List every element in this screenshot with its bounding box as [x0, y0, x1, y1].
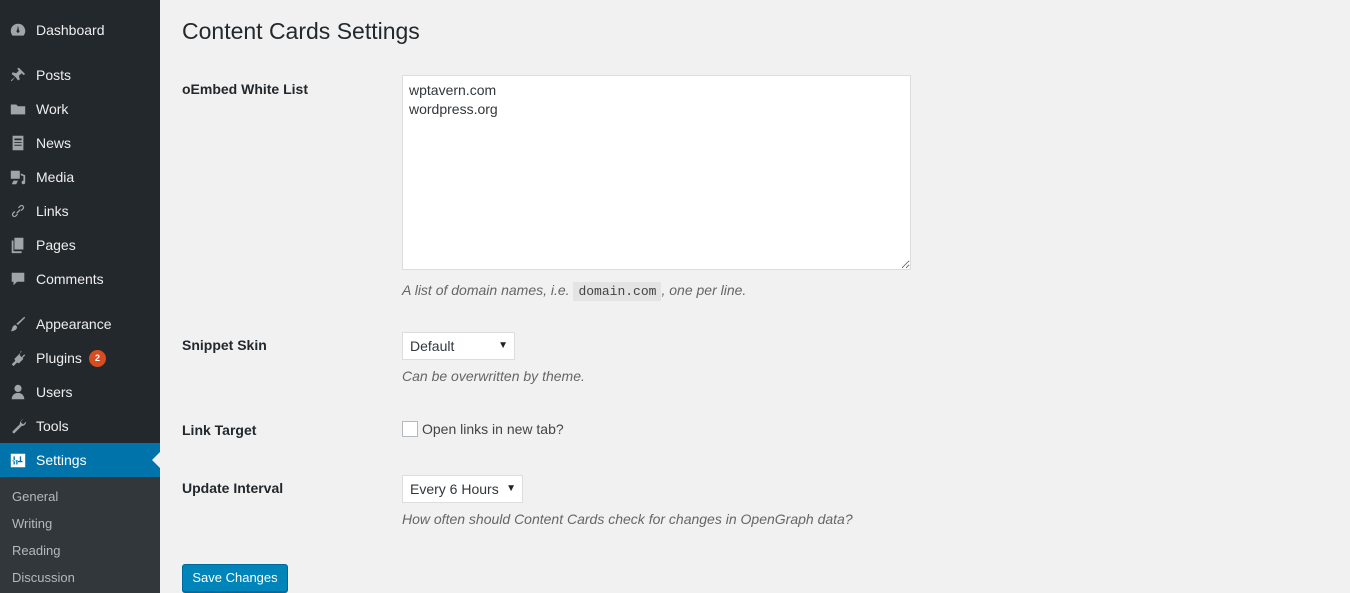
oembed-label: oEmbed White List	[182, 81, 308, 97]
sidebar-item-label: Plugins	[36, 350, 82, 366]
sidebar-item-label: Comments	[36, 271, 104, 287]
sidebar-item-posts[interactable]: Posts	[0, 58, 160, 92]
description-text: A list of domain names, i.e.	[402, 282, 574, 298]
sidebar-item-label: News	[36, 135, 72, 151]
dashboard-icon	[8, 21, 28, 39]
open-new-tab-label[interactable]: Open links in new tab?	[422, 421, 564, 437]
save-changes-button[interactable]: Save Changes	[182, 564, 288, 592]
sidebar-item-label: Pages	[36, 237, 76, 253]
document-icon	[8, 134, 28, 152]
sidebar-item-label: Users	[36, 384, 73, 400]
sidebar-item-label: Dashboard	[36, 22, 105, 38]
open-new-tab-checkbox[interactable]	[402, 421, 418, 437]
plug-icon	[8, 349, 28, 367]
snippet-skin-select[interactable]: Default ▼	[402, 332, 515, 360]
snippet-skin-description: Can be overwritten by theme.	[402, 368, 585, 384]
sidebar-item-news[interactable]: News	[0, 126, 160, 160]
submenu-item-reading[interactable]: Reading	[12, 543, 60, 558]
wrench-icon	[8, 417, 28, 435]
sidebar-item-label: Appearance	[36, 316, 112, 332]
settings-icon	[8, 451, 28, 469]
sidebar-item-plugins[interactable]: Plugins 2	[0, 341, 160, 375]
pages-icon	[8, 236, 28, 254]
brush-icon	[8, 315, 28, 333]
sidebar-item-label: Work	[36, 101, 69, 117]
folder-icon	[8, 100, 28, 118]
sidebar-item-pages[interactable]: Pages	[0, 228, 160, 262]
update-interval-label: Update Interval	[182, 480, 284, 496]
sidebar-item-label: Settings	[36, 452, 87, 468]
select-value: Default	[410, 338, 455, 354]
user-icon	[8, 383, 28, 401]
link-target-label: Link Target	[182, 422, 257, 438]
sidebar-item-comments[interactable]: Comments	[0, 262, 160, 296]
dropdown-arrow-icon: ▼	[498, 340, 508, 351]
page-title: Content Cards Settings	[182, 18, 420, 44]
domain-code: domain.com	[573, 282, 662, 301]
sidebar-item-links[interactable]: Links	[0, 194, 160, 228]
sidebar-item-users[interactable]: Users	[0, 375, 160, 409]
sidebar-item-appearance[interactable]: Appearance	[0, 307, 160, 341]
pin-icon	[8, 66, 28, 84]
settings-page: Content Cards Settings oEmbed White List…	[182, 0, 1350, 593]
sidebar-item-tools[interactable]: Tools	[0, 409, 160, 443]
link-icon	[8, 202, 28, 220]
submenu-item-discussion[interactable]: Discussion	[12, 570, 75, 585]
update-count-badge: 2	[89, 350, 106, 367]
media-icon	[8, 168, 28, 186]
select-value: Every 6 Hours	[410, 481, 499, 497]
admin-sidebar: Dashboard Posts Work News Media Links Pa…	[0, 0, 160, 593]
update-interval-select[interactable]: Every 6 Hours ▼	[402, 475, 523, 503]
sidebar-item-label: Media	[36, 169, 75, 185]
sidebar-item-dashboard[interactable]: Dashboard	[0, 13, 160, 47]
description-text: , one per line.	[661, 282, 747, 298]
sidebar-item-work[interactable]: Work	[0, 92, 160, 126]
dropdown-arrow-icon: ▼	[506, 483, 516, 494]
oembed-description: A list of domain names, i.e. domain.com,…	[402, 282, 747, 301]
settings-submenu: General Writing Reading Discussion	[0, 477, 160, 593]
sidebar-item-label: Links	[36, 203, 69, 219]
update-interval-description: How often should Content Cards check for…	[402, 511, 853, 527]
sidebar-item-settings[interactable]: Settings	[0, 443, 160, 477]
comment-icon	[8, 270, 28, 288]
snippet-skin-label: Snippet Skin	[182, 337, 267, 353]
oembed-whitelist-textarea[interactable]: wptavern.com wordpress.org	[402, 75, 911, 270]
sidebar-item-label: Posts	[36, 67, 72, 83]
submenu-item-general[interactable]: General	[12, 489, 58, 504]
sidebar-item-label: Tools	[36, 418, 69, 434]
submenu-item-writing[interactable]: Writing	[12, 516, 52, 531]
sidebar-item-media[interactable]: Media	[0, 160, 160, 194]
